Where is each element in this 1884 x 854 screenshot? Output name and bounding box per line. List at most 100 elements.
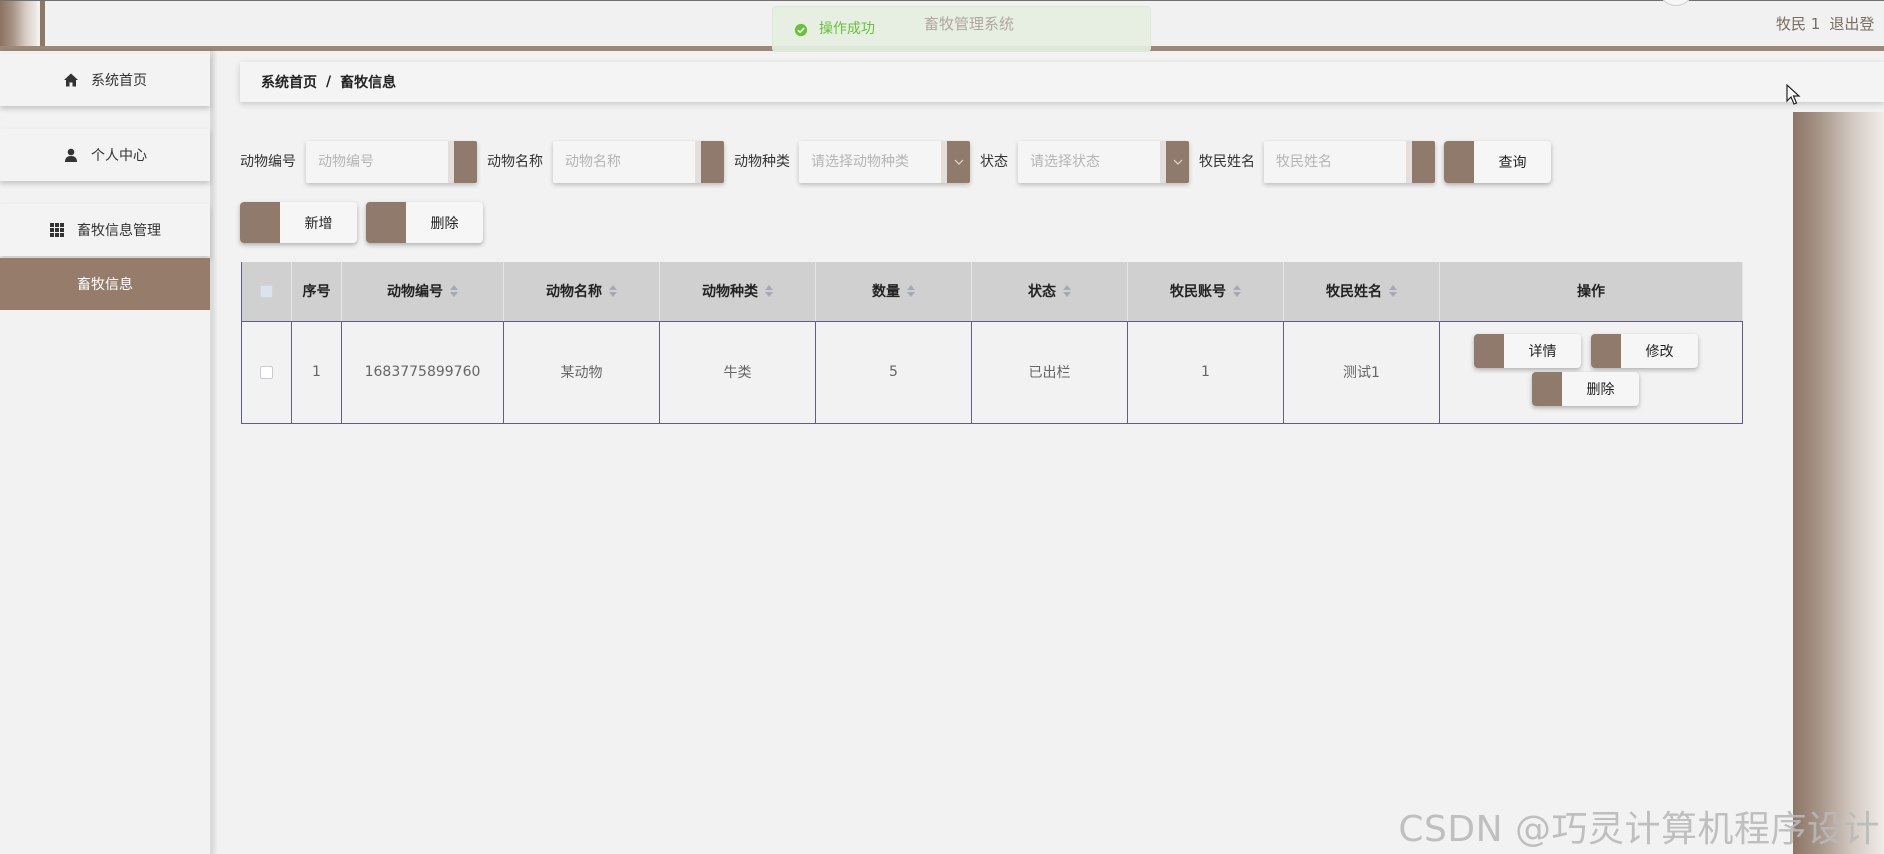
- button-accent: [1532, 371, 1562, 406]
- search-label-animal-id: 动物编号: [240, 154, 296, 170]
- herder-name-input[interactable]: [1264, 141, 1406, 183]
- column-label: 数量: [872, 284, 900, 301]
- button-accent: [1474, 333, 1504, 368]
- cell-index: 1: [291, 320, 342, 424]
- table-row: 1 1683775899760 某动物 牛类 5 已出栏 1 测试1 详情 修改…: [241, 320, 1743, 424]
- username: 牧民 1: [1776, 15, 1821, 33]
- edit-button[interactable]: 修改: [1591, 333, 1698, 368]
- app-title: 畜牧管理系统: [924, 15, 1015, 33]
- breadcrumb-separator: /: [326, 74, 332, 90]
- add-button[interactable]: 新增: [240, 202, 357, 243]
- home-icon: [64, 73, 78, 87]
- column-header-index: 序号: [291, 262, 342, 322]
- field-accent: [448, 141, 477, 183]
- watermark: CSDN @巧灵计算机程序设计: [1398, 809, 1880, 850]
- sort-icon[interactable]: [1233, 285, 1241, 298]
- button-accent: [366, 202, 406, 243]
- sidebar-item-label: 个人中心: [91, 148, 147, 164]
- logo-divider: [40, 1, 45, 46]
- sort-icon[interactable]: [907, 285, 915, 298]
- field-accent: [1406, 141, 1435, 183]
- search-label-status: 状态: [980, 154, 1008, 170]
- select-all-checkbox[interactable]: [260, 284, 273, 298]
- mouse-pointer-icon: [1786, 84, 1801, 105]
- status-select[interactable]: 请选择状态: [1018, 141, 1189, 183]
- toast-message: 操作成功: [819, 21, 875, 37]
- animal-name-input[interactable]: [553, 141, 695, 183]
- sort-icon[interactable]: [765, 285, 773, 298]
- cell-select: [241, 320, 292, 424]
- add-button-label: 新增: [304, 215, 333, 232]
- animal-id-input[interactable]: [306, 141, 448, 183]
- column-header-select: [241, 262, 292, 322]
- sidebar-item-label: 畜牧信息管理: [77, 223, 161, 239]
- sort-icon[interactable]: [450, 285, 458, 298]
- cell-quantity: 5: [815, 320, 972, 424]
- field-accent: [695, 141, 724, 183]
- chevron-down-icon: [954, 159, 963, 165]
- column-label: 牧民姓名: [1326, 284, 1382, 301]
- column-header-animal-type[interactable]: 动物种类: [659, 262, 816, 322]
- select-toggle[interactable]: [941, 141, 970, 183]
- search-label-animal-name: 动物名称: [487, 154, 543, 170]
- search-label-herder-name: 牧民姓名: [1199, 154, 1255, 170]
- cell-herder-name: 测试1: [1283, 320, 1440, 424]
- column-label: 牧民账号: [1170, 284, 1226, 301]
- column-label: 操作: [1577, 284, 1605, 301]
- success-check-icon: [794, 23, 808, 37]
- sidebar-item-livestock-management[interactable]: 畜牧信息管理: [0, 204, 210, 256]
- column-label: 序号: [302, 284, 331, 301]
- cell-herder-account: 1: [1127, 320, 1284, 424]
- sort-icon[interactable]: [1389, 285, 1397, 298]
- decorative-side-panel: [1793, 112, 1884, 854]
- column-header-quantity[interactable]: 数量: [815, 262, 972, 322]
- chevron-down-icon: [1173, 159, 1182, 165]
- row-delete-button-label: 删除: [1586, 381, 1615, 398]
- column-header-animal-name[interactable]: 动物名称: [503, 262, 660, 322]
- sidebar-item-home[interactable]: 系统首页: [0, 54, 210, 106]
- user-area: 牧民 1 退出登: [1776, 13, 1874, 34]
- cell-status: 已出栏: [971, 320, 1128, 424]
- breadcrumb-home[interactable]: 系统首页: [261, 72, 317, 92]
- row-delete-button[interactable]: 删除: [1532, 371, 1639, 406]
- user-icon: [65, 148, 77, 162]
- cell-animal-type: 牛类: [659, 320, 816, 424]
- column-header-status[interactable]: 状态: [971, 262, 1128, 322]
- edit-button-label: 修改: [1645, 343, 1674, 360]
- column-header-herder-name[interactable]: 牧民姓名: [1283, 262, 1440, 322]
- column-label: 动物编号: [387, 284, 443, 301]
- logout-link[interactable]: 退出登: [1829, 13, 1874, 34]
- herder-name-field: [1264, 141, 1435, 183]
- batch-delete-button-label: 删除: [430, 215, 459, 232]
- cell-animal-name: 某动物: [503, 320, 660, 424]
- animal-type-select[interactable]: 请选择动物种类: [799, 141, 970, 183]
- query-button[interactable]: 查询: [1444, 141, 1551, 183]
- sidebar-item-profile[interactable]: 个人中心: [0, 129, 210, 181]
- column-header-herder-account[interactable]: 牧民账号: [1127, 262, 1284, 322]
- logo-block: [0, 1, 37, 46]
- column-header-animal-id[interactable]: 动物编号: [341, 262, 504, 322]
- grid-icon: [50, 223, 64, 237]
- column-label: 动物名称: [546, 284, 602, 301]
- button-accent: [1591, 333, 1621, 368]
- sort-icon[interactable]: [609, 285, 617, 298]
- table-header-row: 序号 动物编号 动物名称 动物种类 数量 状态 牧民账号 牧民姓名 操作: [241, 262, 1743, 322]
- detail-button[interactable]: 详情: [1474, 333, 1581, 368]
- sort-icon[interactable]: [1063, 285, 1071, 298]
- search-label-animal-type: 动物种类: [734, 154, 790, 170]
- animal-name-field: [553, 141, 724, 183]
- query-button-label: 查询: [1498, 155, 1527, 171]
- livestock-table: 序号 动物编号 动物名称 动物种类 数量 状态 牧民账号 牧民姓名 操作 1 1…: [241, 262, 1743, 424]
- column-label: 状态: [1028, 284, 1056, 301]
- animal-type-placeholder: 请选择动物种类: [811, 154, 909, 170]
- select-toggle[interactable]: [1160, 141, 1189, 183]
- sidebar: 系统首页 个人中心 畜牧信息管理 畜牧信息: [0, 51, 213, 854]
- cell-actions: 详情 修改 删除: [1439, 320, 1743, 424]
- sidebar-subitem-label: 畜牧信息: [77, 277, 133, 293]
- sidebar-subitem-livestock-info[interactable]: 畜牧信息: [0, 258, 210, 310]
- breadcrumb-current: 畜牧信息: [340, 75, 397, 91]
- row-checkbox[interactable]: [260, 365, 273, 379]
- batch-delete-button[interactable]: 删除: [366, 202, 483, 243]
- column-label: 动物种类: [702, 284, 758, 301]
- sidebar-item-label: 系统首页: [91, 73, 147, 89]
